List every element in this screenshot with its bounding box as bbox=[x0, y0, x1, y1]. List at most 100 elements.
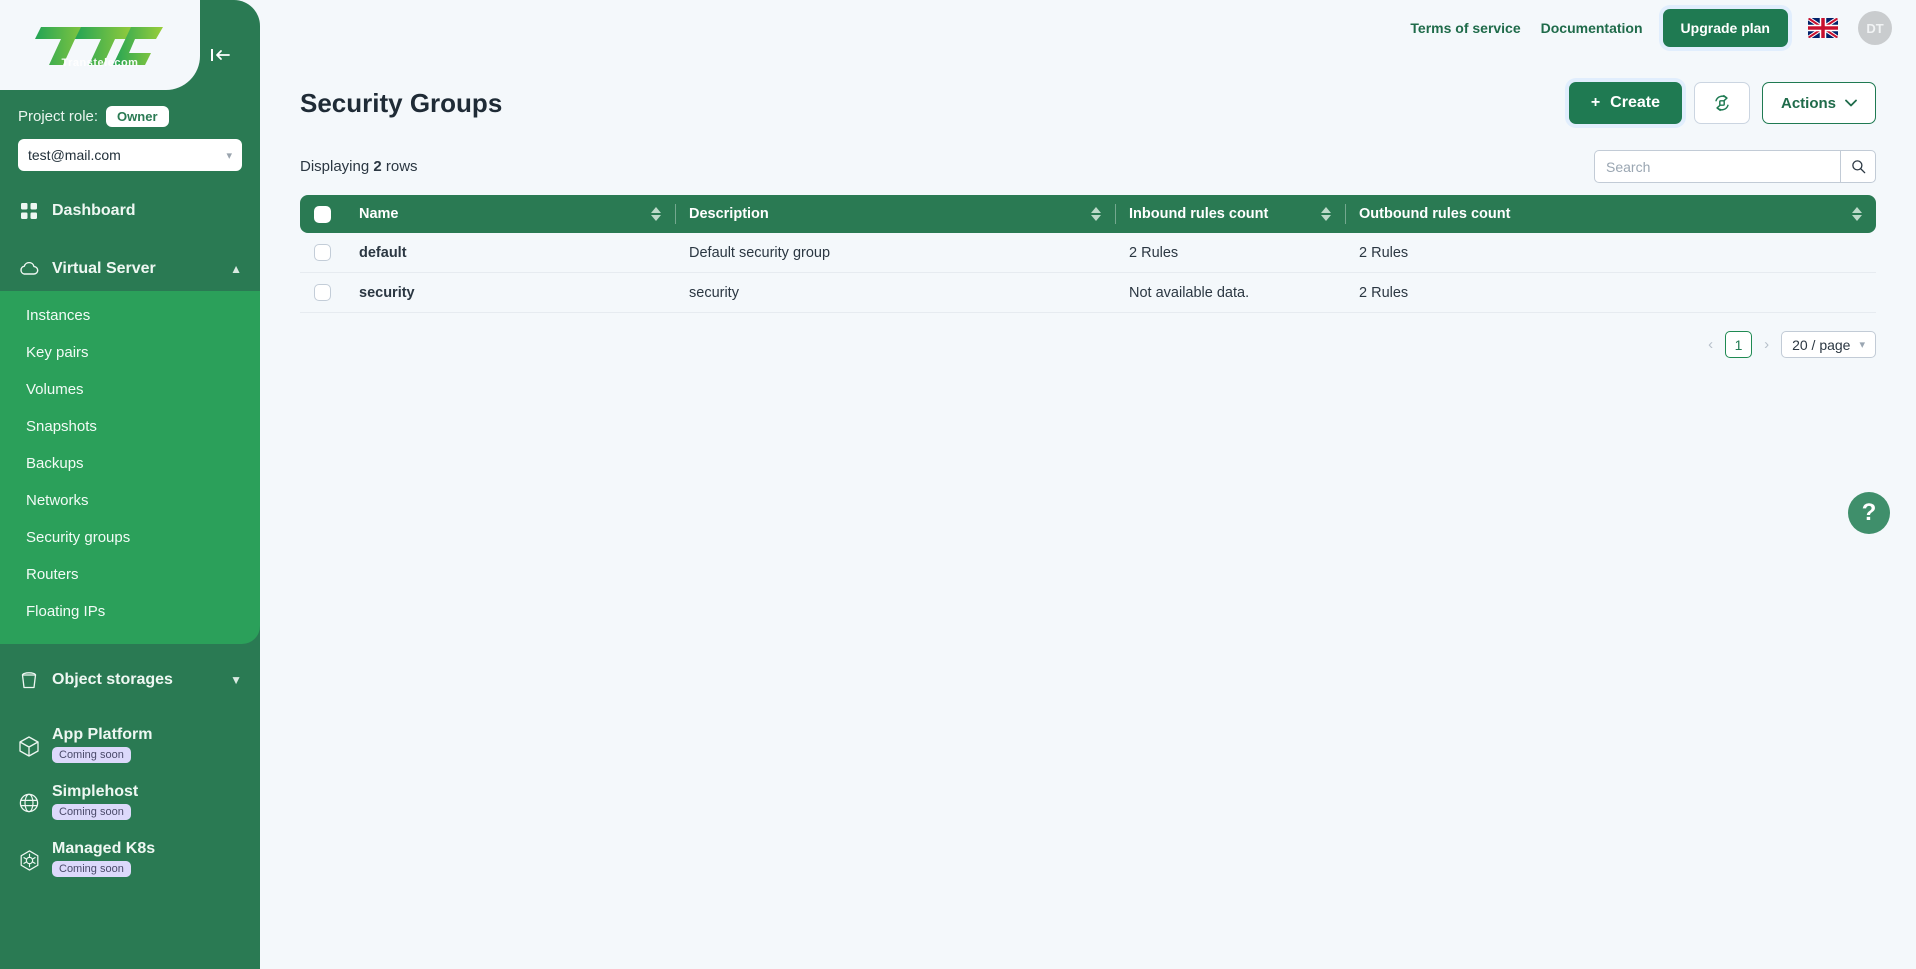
sort-toggle-name[interactable] bbox=[651, 207, 661, 221]
project-role-label: Project role: bbox=[18, 108, 99, 125]
column-label: Outbound rules count bbox=[1359, 206, 1511, 222]
page-number-1[interactable]: 1 bbox=[1725, 331, 1753, 358]
page-action-buttons: + Create Actions bbox=[1568, 82, 1876, 124]
sidebar-item-backups[interactable]: Backups bbox=[0, 445, 260, 482]
select-all-header bbox=[300, 195, 345, 233]
row-select-cell bbox=[300, 233, 345, 273]
sidebar-item-managed-k8s[interactable]: Managed K8s Coming soon bbox=[0, 830, 260, 887]
project-role-row: Project role: Owner bbox=[0, 90, 260, 127]
uk-flag-icon[interactable] bbox=[1808, 18, 1838, 38]
row-checkbox[interactable] bbox=[314, 284, 331, 301]
table-row[interactable]: security security Not available data. 2 … bbox=[300, 273, 1876, 313]
sidebar-nav: Dashboard Virtual Server ▲ Instances Key… bbox=[0, 189, 260, 969]
main-area: Terms of service Documentation Upgrade p… bbox=[260, 0, 1916, 969]
table-row[interactable]: default Default security group 2 Rules 2… bbox=[300, 233, 1876, 273]
column-header-name[interactable]: Name bbox=[345, 195, 675, 233]
sidebar-subitem-label: Key pairs bbox=[26, 344, 89, 361]
sidebar-subitem-label: Snapshots bbox=[26, 418, 97, 435]
plus-icon: + bbox=[1590, 94, 1601, 111]
cell-description: Default security group bbox=[675, 233, 1115, 273]
brand-logo[interactable]: Transtelecom bbox=[0, 0, 200, 90]
sidebar-logo-area: Transtelecom bbox=[0, 0, 260, 90]
rows-info-count: 2 bbox=[373, 158, 382, 175]
rows-info-suffix: rows bbox=[385, 158, 418, 175]
sidebar-subitem-label: Volumes bbox=[26, 381, 84, 398]
table-body: default Default security group 2 Rules 2… bbox=[300, 233, 1876, 313]
kubernetes-icon bbox=[18, 840, 40, 871]
project-selector[interactable]: test@mail.com ▾ bbox=[18, 139, 242, 171]
sidebar-item-routers[interactable]: Routers bbox=[0, 556, 260, 593]
globe-icon bbox=[18, 783, 40, 813]
column-divider bbox=[675, 204, 676, 224]
column-label: Inbound rules count bbox=[1129, 206, 1269, 222]
coming-soon-badge: Coming soon bbox=[52, 861, 131, 877]
cell-name[interactable]: default bbox=[345, 233, 675, 273]
upgrade-plan-button[interactable]: Upgrade plan bbox=[1662, 9, 1788, 47]
cube-icon bbox=[18, 726, 40, 757]
sidebar-item-virtual-server[interactable]: Virtual Server ▲ bbox=[0, 247, 260, 291]
page-size-selector[interactable]: 20 / page ▾ bbox=[1781, 331, 1876, 358]
top-bar: Terms of service Documentation Upgrade p… bbox=[260, 0, 1916, 56]
column-header-inbound[interactable]: Inbound rules count bbox=[1115, 195, 1345, 233]
sort-toggle-inbound[interactable] bbox=[1321, 207, 1331, 221]
sidebar-item-dashboard[interactable]: Dashboard bbox=[0, 189, 260, 233]
refresh-button[interactable] bbox=[1693, 82, 1750, 124]
collapse-sidebar-button[interactable] bbox=[204, 38, 238, 72]
cell-name[interactable]: security bbox=[345, 273, 675, 313]
sidebar-submenu-virtual-server: Instances Key pairs Volumes Snapshots Ba… bbox=[0, 291, 260, 644]
sidebar-subitem-label: Backups bbox=[26, 455, 84, 472]
coming-soon-badge: Coming soon bbox=[52, 804, 131, 820]
sidebar-item-networks[interactable]: Networks bbox=[0, 482, 260, 519]
chevron-down-icon: ▼ bbox=[230, 673, 242, 687]
sidebar-item-simplehost[interactable]: Simplehost Coming soon bbox=[0, 773, 260, 830]
column-header-description[interactable]: Description bbox=[675, 195, 1115, 233]
cell-outbound: 2 Rules bbox=[1345, 273, 1876, 313]
sidebar-subitem-label: Networks bbox=[26, 492, 89, 509]
next-page-button[interactable]: › bbox=[1761, 336, 1772, 353]
cell-inbound: Not available data. bbox=[1115, 273, 1345, 313]
select-all-checkbox[interactable] bbox=[314, 205, 331, 223]
row-select-cell bbox=[300, 273, 345, 313]
create-button[interactable]: + Create bbox=[1568, 82, 1682, 124]
sidebar-item-volumes[interactable]: Volumes bbox=[0, 371, 260, 408]
sort-toggle-outbound[interactable] bbox=[1852, 207, 1862, 221]
sidebar-subitem-label: Routers bbox=[26, 566, 79, 583]
rows-info-prefix: Displaying bbox=[300, 158, 370, 175]
table-header-row: Name Description Inbound rules count Out… bbox=[300, 195, 1876, 233]
sidebar-item-security-groups[interactable]: Security groups bbox=[0, 519, 260, 556]
search-icon bbox=[1851, 160, 1865, 174]
column-header-outbound[interactable]: Outbound rules count bbox=[1345, 195, 1876, 233]
sidebar-subitem-label: Security groups bbox=[26, 529, 131, 546]
terms-of-service-link[interactable]: Terms of service bbox=[1410, 20, 1520, 36]
sidebar-item-instances[interactable]: Instances bbox=[0, 297, 260, 334]
page-title: Security Groups bbox=[300, 87, 503, 118]
search-button[interactable] bbox=[1840, 150, 1876, 183]
table-toolbar: Displaying 2 rows bbox=[300, 150, 1876, 183]
sidebar-item-app-platform[interactable]: App Platform Coming soon bbox=[0, 716, 260, 773]
column-divider bbox=[1345, 204, 1346, 224]
sidebar-item-label: App Platform bbox=[52, 726, 153, 743]
sidebar-item-snapshots[interactable]: Snapshots bbox=[0, 408, 260, 445]
sidebar-subitem-label: Instances bbox=[26, 307, 91, 324]
security-groups-table: Name Description Inbound rules count Out… bbox=[300, 195, 1876, 313]
sort-toggle-description[interactable] bbox=[1091, 207, 1101, 221]
documentation-link[interactable]: Documentation bbox=[1541, 20, 1643, 36]
sidebar-item-label: Simplehost bbox=[52, 783, 139, 800]
search-input[interactable] bbox=[1594, 150, 1840, 183]
grid-icon bbox=[18, 203, 40, 219]
help-button[interactable]: ? bbox=[1848, 492, 1890, 534]
cell-description: security bbox=[675, 273, 1115, 313]
sidebar-item-label: Object storages bbox=[52, 671, 173, 688]
sidebar-item-label: Managed K8s bbox=[52, 840, 156, 857]
sidebar-item-key-pairs[interactable]: Key pairs bbox=[0, 334, 260, 371]
sidebar-item-object-storages[interactable]: Object storages ▼ bbox=[0, 658, 260, 702]
row-checkbox[interactable] bbox=[314, 244, 331, 261]
actions-dropdown-button[interactable]: Actions bbox=[1761, 82, 1876, 124]
avatar[interactable]: DT bbox=[1858, 11, 1892, 45]
rows-count-info: Displaying 2 rows bbox=[300, 158, 418, 175]
sidebar-item-label: Virtual Server bbox=[52, 260, 156, 277]
sidebar-item-floating-ips[interactable]: Floating IPs bbox=[0, 593, 260, 630]
prev-page-button[interactable]: ‹ bbox=[1705, 336, 1716, 353]
